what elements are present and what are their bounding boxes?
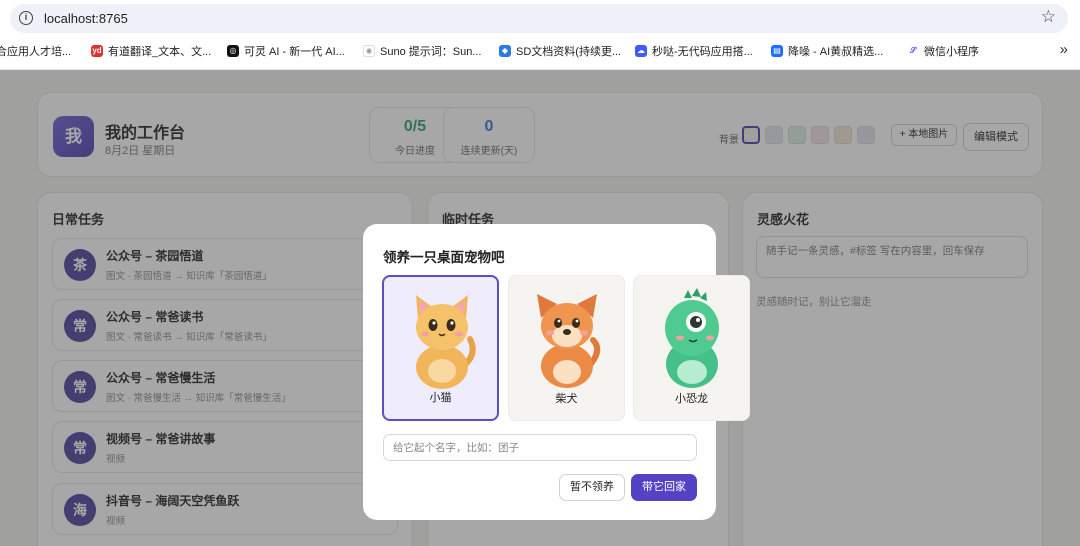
confirm-button[interactable]: 带它回家	[631, 474, 697, 501]
site-info-icon[interactable]: i	[19, 11, 33, 25]
bookmark-item[interactable]: ◎ 可灵 AI - 新一代 AI...	[227, 43, 345, 59]
kling-icon: ◎	[227, 45, 239, 57]
bookmark-item[interactable]: yd 有道翻译_文本、文...	[91, 43, 211, 59]
doc-icon: ▤	[771, 45, 783, 57]
shiba-icon	[537, 294, 601, 388]
dialog-title: 领养一只桌面宠物吧	[383, 250, 505, 265]
bookmark-item[interactable]: 𝒮 微信小程序	[907, 43, 979, 59]
bookmark-item[interactable]: ▤ 降噪 - AI黄叔精选...	[771, 43, 883, 59]
adopt-pet-dialog: 领养一只桌面宠物吧 小猫 柴犬 小恐龙 给它起个名字，比如：团子 暂不领养 带它…	[363, 224, 750, 520]
pet-option-shiba[interactable]: 柴犬	[508, 275, 625, 421]
bookmarks-bar: 合应用人才培... yd 有道翻译_文本、文... ◎ 可灵 AI - 新一代 AI…	[0, 40, 1080, 62]
youdao-icon: yd	[91, 45, 103, 57]
pet-name-label: 小恐龙	[675, 393, 708, 405]
address-bar[interactable]: i localhost:8765 ☆	[10, 4, 1068, 33]
sd-icon: ◆	[499, 45, 511, 57]
dino-icon	[665, 288, 719, 388]
pet-option-dino[interactable]: 小恐龙	[633, 275, 750, 421]
cat-icon	[416, 295, 476, 389]
bookmark-item[interactable]: ◆ SD文档资料(持续更...	[499, 43, 621, 59]
pet-option-cat[interactable]: 小猫	[382, 275, 499, 421]
pet-name-label: 小猫	[429, 392, 452, 404]
cancel-button[interactable]: 暂不领养	[559, 474, 625, 501]
bookmarks-more-icon[interactable]: »	[1060, 41, 1068, 58]
miniprogram-icon: 𝒮	[907, 45, 919, 57]
bookmark-item[interactable]: 合应用人才培...	[0, 43, 71, 59]
suno-icon: ✺	[363, 45, 375, 57]
browser-chrome: i localhost:8765 ☆ 合应用人才培... yd 有道翻译_文本、文…	[0, 0, 1080, 70]
bookmark-item[interactable]: ☁ 秒哒-无代码应用搭...	[635, 43, 753, 59]
url-text[interactable]: localhost:8765	[44, 11, 128, 26]
bookmark-item[interactable]: ✺ Suno 提示词：Sun...	[363, 43, 482, 59]
pet-name-input[interactable]	[383, 434, 697, 461]
pet-name-label: 柴犬	[555, 393, 578, 405]
bookmark-star-icon[interactable]: ☆	[1041, 7, 1056, 27]
cloud-icon: ☁	[635, 45, 647, 57]
